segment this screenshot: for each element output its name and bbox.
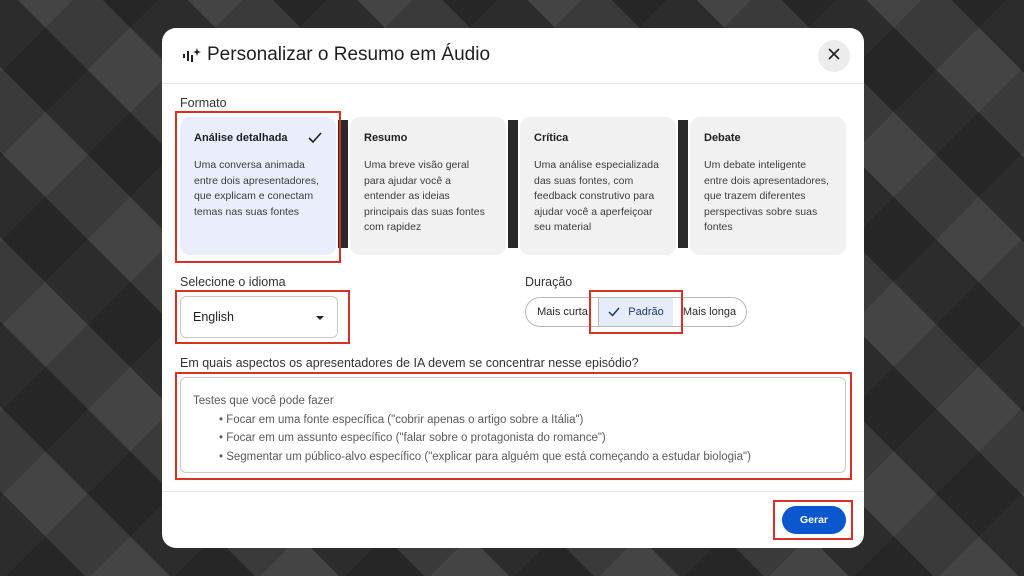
placeholder-bullet: • Segmentar um público-alvo específico (… (219, 450, 751, 463)
format-label: Formato (180, 96, 227, 110)
format-card-title: Resumo (364, 132, 408, 144)
language-label: Selecione o idioma (180, 275, 286, 289)
duration-option-default[interactable]: Padrão (598, 297, 674, 327)
duration-label: Duração (525, 275, 573, 289)
focus-label: Em quais aspectos os apresentadores de I… (180, 356, 639, 370)
placeholder-bullet: • Focar em uma fonte específica ("cobrir… (219, 413, 584, 426)
card-separator (338, 120, 348, 248)
dialog-header: Personalizar o Resumo em Áudio (162, 28, 864, 84)
generate-button[interactable]: Gerar (782, 506, 846, 534)
duration-option-shorter[interactable]: Mais curta (525, 297, 599, 327)
card-separator (678, 120, 688, 248)
format-card-critica[interactable]: Crítica Uma análise especializada das su… (520, 117, 676, 255)
focus-textarea[interactable]: Testes que você pode fazer • Focar em um… (180, 377, 846, 473)
format-card-desc: Um debate inteligente entre dois apresen… (704, 159, 829, 233)
format-card-desc: Uma análise especializada das suas fonte… (534, 159, 659, 233)
format-card-resumo[interactable]: Resumo Uma breve visão geral para ajudar… (350, 117, 506, 255)
check-icon (608, 307, 620, 317)
placeholder-intro: Testes que você pode fazer (193, 395, 334, 407)
format-card-debate[interactable]: Debate Um debate inteligente entre dois … (690, 117, 846, 255)
card-separator (508, 120, 518, 248)
language-select[interactable]: English (180, 296, 338, 338)
format-card-title: Análise detalhada (194, 132, 288, 144)
audio-sparkle-icon (182, 46, 202, 66)
format-card-desc: Uma conversa animada entre dois apresent… (194, 159, 319, 218)
format-card-analise[interactable]: Análise detalhada Uma conversa animada e… (180, 117, 336, 255)
duration-option-longer[interactable]: Mais longa (673, 297, 747, 327)
format-card-title: Debate (704, 132, 741, 144)
close-icon (828, 47, 840, 65)
customize-audio-dialog: Personalizar o Resumo em Áudio Formato A… (162, 28, 864, 548)
duration-option-label: Padrão (628, 306, 664, 318)
placeholder-bullet: • Focar em um assunto específico ("falar… (219, 432, 606, 444)
format-card-desc: Uma breve visão geral para ajudar você a… (364, 159, 485, 233)
dialog-title: Personalizar o Resumo em Áudio (207, 44, 491, 65)
close-button[interactable] (818, 40, 850, 72)
dropdown-arrow-icon (315, 310, 325, 324)
footer-divider (162, 491, 864, 492)
format-card-title: Crítica (534, 132, 569, 144)
language-value: English (193, 310, 234, 324)
check-icon (308, 131, 322, 149)
